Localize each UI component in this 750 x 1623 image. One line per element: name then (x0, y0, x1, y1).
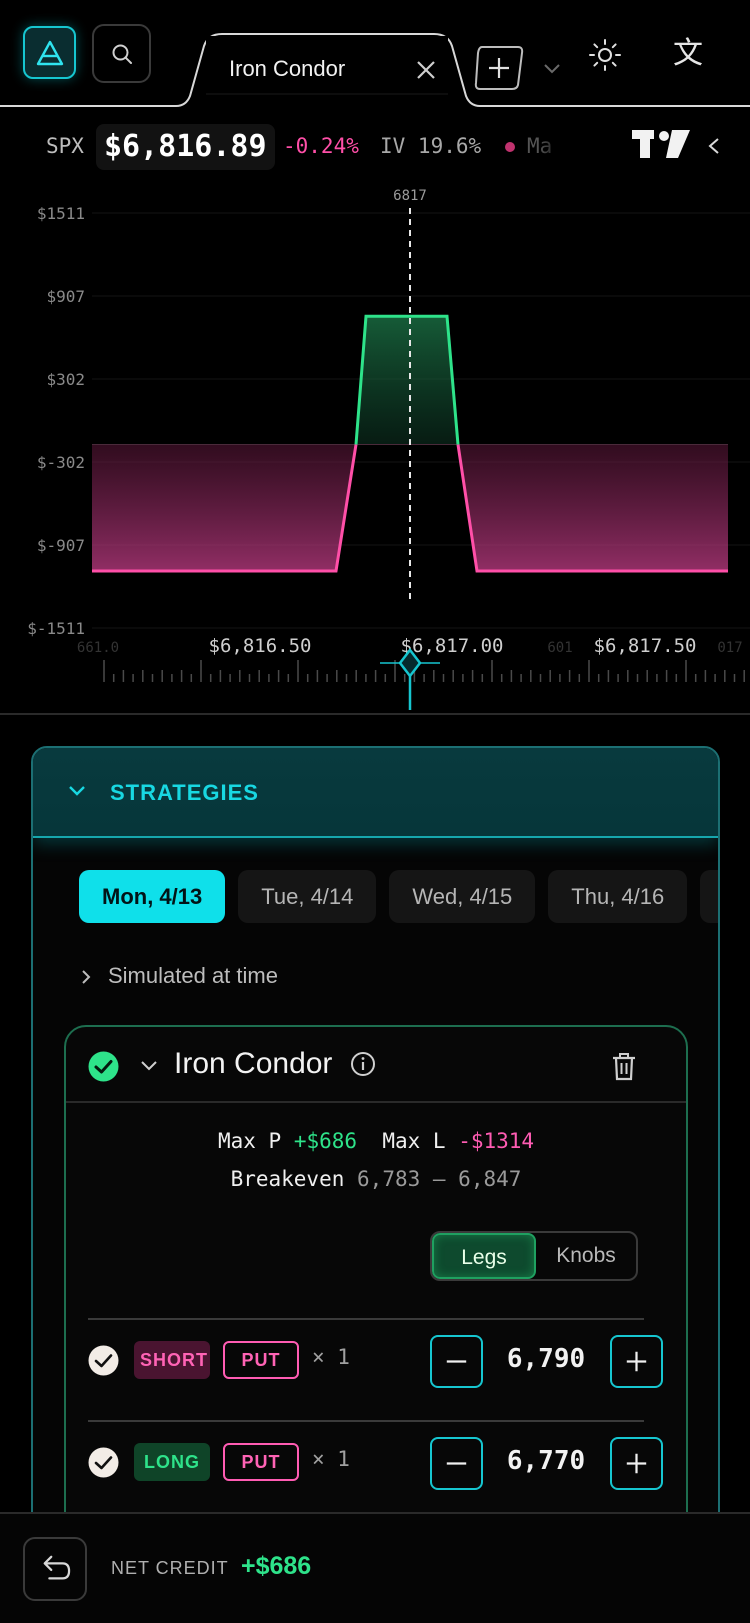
leg-row: SHORT PUT × 1 6,790 (66, 1333, 686, 1389)
tradingview-logo-icon[interactable] (632, 128, 692, 160)
implied-volatility: IV 19.6% (380, 134, 482, 158)
date-selector: Mon, 4/13 Tue, 4/14 Wed, 4/15 Thu, 4/16 (79, 870, 718, 923)
current-price-marker-label: 6817 (393, 188, 427, 204)
net-credit-label: NET CREDIT (111, 1558, 229, 1578)
breakeven-line: Breakeven 6,783 – 6,847 (66, 1160, 686, 1198)
strike-decrement-button[interactable] (430, 1437, 483, 1490)
sun-icon[interactable] (588, 38, 622, 72)
ticker-change: -0.24% (283, 134, 359, 158)
status-dot (505, 142, 515, 152)
strategy-stats: Max P +$686 Max L -$1314 Breakeven 6,783… (66, 1122, 686, 1198)
app-logo-button[interactable] (23, 26, 76, 79)
info-icon[interactable] (350, 1051, 376, 1077)
leg-strike[interactable]: 6,770 (486, 1446, 606, 1476)
strike-increment-button[interactable] (610, 1437, 663, 1490)
y-tick-label: $302 (46, 370, 85, 389)
net-credit-value: +$686 (241, 1552, 312, 1580)
chevron-left-icon[interactable] (706, 136, 722, 156)
triangle-logo-icon (36, 40, 63, 65)
strategy-card-header: Iron Condor (66, 1027, 686, 1103)
x-tick-label-faded: 601 (547, 640, 572, 656)
tab-title[interactable]: Iron Condor (229, 56, 345, 82)
leg-type-badge[interactable]: PUT (223, 1341, 299, 1379)
leg-side-badge[interactable]: SHORT (134, 1341, 210, 1379)
leg-strike[interactable]: 6,790 (486, 1344, 606, 1374)
ma-indicator: Ma (527, 134, 553, 158)
search-icon (112, 44, 132, 64)
leg-row: LONG PUT × 1 6,770 (66, 1435, 686, 1491)
chevron-down-icon[interactable] (542, 60, 562, 76)
max-profit-label: Max P (217, 1129, 282, 1153)
max-loss-label: Max L (382, 1129, 446, 1153)
y-tick-label: $-907 (37, 536, 85, 555)
date-tab-tue[interactable]: Tue, 4/14 (238, 870, 377, 923)
trash-icon[interactable] (610, 1051, 638, 1081)
leg-check-icon[interactable] (88, 1345, 119, 1376)
x-tick-label: $6,816.50 (209, 635, 312, 657)
undo-button[interactable] (23, 1537, 87, 1601)
strategies-header[interactable]: STRATEGIES (33, 748, 718, 838)
price-box: $6,816.89 (96, 124, 275, 170)
y-tick-label: $-302 (37, 453, 85, 472)
y-tick-label: $-1511 (27, 619, 85, 638)
leg-divider (88, 1420, 644, 1422)
leg-type-badge[interactable]: PUT (223, 1443, 299, 1481)
x-tick-label-faded: 661.0 (77, 640, 119, 656)
max-profit-loss-line: Max P +$686 Max L -$1314 (66, 1122, 686, 1160)
x-tick-label: $6,817.00 (401, 635, 504, 657)
bottom-bar: NET CREDIT +$686 (0, 1512, 750, 1623)
knobs-toggle-option[interactable]: Knobs (536, 1233, 636, 1279)
strike-increment-button[interactable] (610, 1335, 663, 1388)
breakeven-value: 6,783 – 6,847 (357, 1167, 522, 1191)
check-circle-icon[interactable] (88, 1051, 119, 1082)
date-tab-mon[interactable]: Mon, 4/13 (79, 870, 226, 923)
max-profit-value: +$686 (293, 1129, 358, 1153)
payoff-chart[interactable]: $1511 $907 $302 $-302 $-907 $-1511 $6,816.50 $… (0, 180, 750, 710)
leg-divider (88, 1318, 644, 1320)
y-tick-label: $907 (46, 287, 85, 306)
y-axis-ticks: $1511 $907 $302 $-302 $-907 $-1511 (27, 204, 85, 638)
y-tick-label: $1511 (37, 204, 85, 223)
chart-divider (0, 713, 750, 715)
strike-decrement-button[interactable] (430, 1335, 483, 1388)
leg-check-icon[interactable] (88, 1447, 119, 1478)
price-ruler[interactable] (103, 647, 745, 710)
legs-toggle-option[interactable]: Legs (432, 1233, 536, 1279)
date-tab-more[interactable] (700, 870, 718, 923)
chevron-right-icon (82, 970, 91, 984)
ticker-symbol: SPX (46, 134, 84, 158)
x-tick-label-faded: 017 (717, 640, 742, 656)
simulated-at-time-label: Simulated at time (108, 963, 278, 988)
profit-area (356, 316, 458, 445)
leg-quantity[interactable]: × 1 (312, 1447, 350, 1471)
x-tick-label: $6,817.50 (594, 635, 697, 657)
close-tab-icon[interactable] (414, 58, 438, 82)
ticker-price: $6,816.89 (104, 129, 267, 164)
language-icon[interactable]: 文 (670, 36, 706, 72)
strategy-name: Iron Condor (174, 1047, 333, 1080)
search-button[interactable] (92, 24, 151, 83)
new-tab-button[interactable] (474, 45, 524, 91)
chevron-down-icon[interactable] (139, 1057, 159, 1075)
max-loss-value: -$1314 (458, 1129, 535, 1153)
breakeven-label: Breakeven (230, 1167, 345, 1191)
strategies-title: STRATEGIES (110, 780, 259, 805)
date-tab-thu[interactable]: Thu, 4/16 (548, 870, 688, 923)
leg-side-badge[interactable]: LONG (134, 1443, 210, 1481)
legs-knobs-toggle: Legs Knobs (430, 1231, 638, 1281)
leg-quantity[interactable]: × 1 (312, 1345, 350, 1369)
strategies-panel: STRATEGIES Mon, 4/13 Tue, 4/14 Wed, 4/15… (31, 746, 720, 1623)
date-tab-wed[interactable]: Wed, 4/15 (389, 870, 536, 923)
top-bar: Iron Condor 文 (0, 0, 750, 108)
chevron-down-icon (69, 786, 85, 796)
